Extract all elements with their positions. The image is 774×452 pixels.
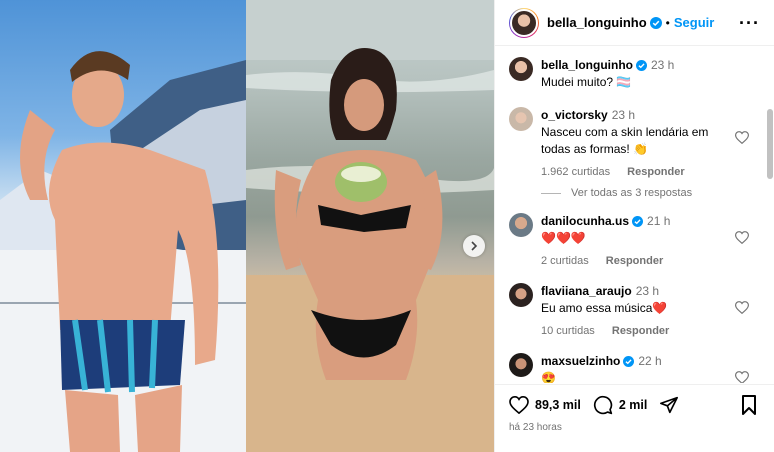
next-photo-button[interactable]: [463, 235, 485, 257]
comment-item: maxsuelzinho 22 h 😍: [509, 353, 759, 383]
comment-text: 😍: [541, 371, 556, 383]
like-comment-heart-icon[interactable]: [735, 371, 749, 383]
photo-beach-coconut: [246, 0, 494, 452]
author-avatar-ring[interactable]: [509, 7, 539, 38]
comment-likes[interactable]: 2 curtidas: [541, 255, 589, 267]
heart-icon: [509, 396, 529, 414]
comment-likes[interactable]: 10 curtidas: [541, 325, 595, 337]
author-avatar[interactable]: [510, 8, 538, 37]
view-replies-label[interactable]: Ver todas as 3 respostas: [571, 187, 692, 199]
like-comment-heart-icon[interactable]: [735, 231, 749, 244]
comment-text: ❤️❤️❤️: [541, 231, 586, 245]
comment-time[interactable]: 23 h: [636, 284, 659, 298]
comment-likes[interactable]: 1.962 curtidas: [541, 166, 610, 178]
commenter-avatar[interactable]: [509, 107, 533, 131]
comment-text: Eu amo essa música❤️: [541, 301, 668, 315]
likes-count[interactable]: 89,3 mil: [535, 398, 581, 412]
caption-time[interactable]: 23 h: [651, 58, 674, 72]
comment-time[interactable]: 22 h: [638, 354, 661, 368]
more-options-icon[interactable]: ···: [739, 14, 760, 32]
comment-item: danilocunha.us 21 h ❤️❤️❤️ 2 curtidas Res…: [509, 213, 759, 270]
verified-badge-icon: [636, 60, 647, 71]
commenter-avatar[interactable]: [509, 353, 533, 377]
follow-button[interactable]: Seguir: [674, 15, 714, 30]
comment-button[interactable]: 2 mil: [593, 395, 648, 415]
caption-avatar[interactable]: [509, 57, 533, 81]
photo-mountain-swimsuit: [0, 0, 246, 452]
chevron-right-icon: [471, 241, 478, 251]
like-button[interactable]: 89,3 mil: [509, 396, 581, 414]
comment-username[interactable]: o_victorsky: [541, 108, 608, 122]
post-side-panel: bella_longuinho • Seguir ··· bella_longu…: [494, 0, 774, 452]
comments-count[interactable]: 2 mil: [619, 398, 648, 412]
post-header: bella_longuinho • Seguir ···: [495, 0, 774, 46]
verified-badge-icon: [632, 216, 644, 227]
verified-badge-icon: [649, 16, 662, 29]
commenter-avatar[interactable]: [509, 213, 533, 237]
like-comment-heart-icon[interactable]: [735, 301, 749, 314]
comment-time[interactable]: 23 h: [612, 108, 635, 122]
mountain-scene-illustration: [0, 51, 246, 452]
comment-username[interactable]: danilocunha.us: [541, 214, 629, 228]
post-caption: bella_longuinho 23 h Mudei muito? 🏳️‍⚧️: [509, 57, 759, 91]
commenter-avatar[interactable]: [509, 283, 533, 307]
like-comment-heart-icon[interactable]: [735, 131, 749, 144]
author-username[interactable]: bella_longuinho: [547, 15, 647, 30]
replies-divider-line: [541, 192, 561, 194]
comment-item: o_victorsky 23 h Nasceu com a skin lendár…: [509, 107, 759, 181]
send-share-icon: [660, 396, 679, 414]
view-replies-button[interactable]: Ver todas as 3 respostas: [541, 187, 692, 199]
beach-scene-illustration: [246, 0, 494, 452]
separator-dot: •: [665, 15, 670, 30]
comment-text: Nasceu com a skin lendária em todas as f…: [541, 125, 709, 156]
caption-text: Mudei muito? 🏳️‍⚧️: [541, 75, 632, 89]
comment-time[interactable]: 21 h: [647, 214, 670, 228]
share-button[interactable]: [659, 396, 679, 414]
comments-list[interactable]: bella_longuinho 23 h Mudei muito? 🏳️‍⚧️ o…: [495, 47, 774, 383]
reply-button[interactable]: Responder: [606, 255, 663, 267]
post-actions: 89,3 mil 2 mil há 23 horas: [495, 384, 774, 452]
comment-bubble-icon: [593, 395, 613, 415]
post-age[interactable]: há 23 horas: [509, 422, 562, 433]
post-media[interactable]: [0, 0, 494, 452]
caption-username[interactable]: bella_longuinho: [541, 58, 633, 72]
verified-badge-icon: [623, 356, 635, 367]
reply-button[interactable]: Responder: [627, 166, 684, 178]
comment-username[interactable]: maxsuelzinho: [541, 354, 620, 368]
comment-username[interactable]: flaviiana_araujo: [541, 284, 632, 298]
bookmark-save-icon[interactable]: [741, 395, 757, 415]
comment-item: flaviiana_araujo 23 h Eu amo essa música❤…: [509, 283, 759, 340]
comments-scrollbar[interactable]: [767, 109, 773, 179]
reply-button[interactable]: Responder: [612, 325, 669, 337]
